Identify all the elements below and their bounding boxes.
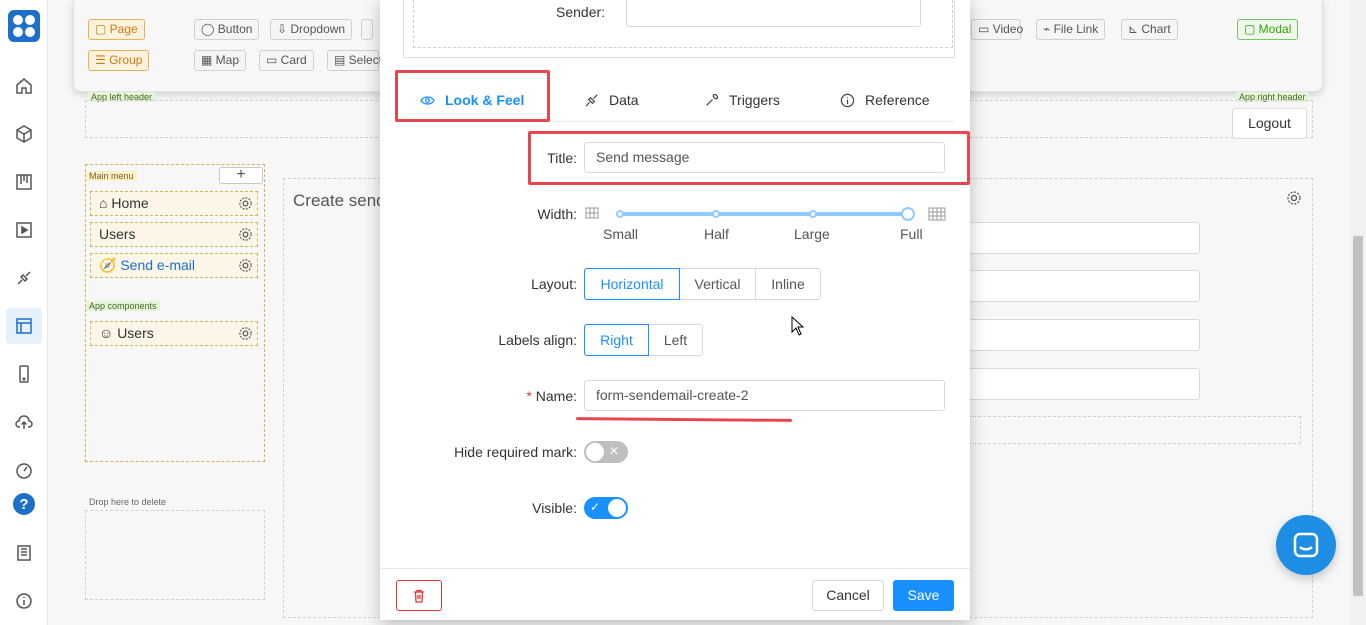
- visible-switch[interactable]: ✓: [584, 497, 628, 519]
- mobile-icon[interactable]: [12, 362, 36, 386]
- gear-icon[interactable]: [238, 326, 253, 341]
- scrollbar-thumb[interactable]: [1353, 236, 1363, 596]
- gear-icon[interactable]: [238, 258, 253, 273]
- tab-triggers[interactable]: Triggers: [704, 92, 780, 108]
- slider-mark-dot[interactable]: [809, 210, 817, 218]
- layout-label: Layout:: [531, 276, 577, 292]
- form-field-stub: [958, 222, 1200, 254]
- app-logo[interactable]: [8, 10, 40, 42]
- menu-item-home[interactable]: ⌂ Home: [90, 191, 258, 216]
- app-sidebar: ?: [0, 0, 48, 625]
- gear-icon[interactable]: [238, 196, 253, 211]
- chat-icon: [1293, 532, 1319, 558]
- width-mark-small: Small: [603, 226, 639, 242]
- grid-small-icon: [585, 207, 599, 219]
- modal-footer: Cancel Save: [380, 568, 970, 620]
- annotation-box: [528, 131, 970, 185]
- palette-group[interactable]: ☰ Group: [88, 50, 150, 71]
- wrench-icon: [706, 93, 718, 106]
- slider-mark-dot[interactable]: [712, 210, 720, 218]
- palette-video[interactable]: ▭ Video: [971, 19, 1023, 40]
- hide-required-switch[interactable]: ✕: [584, 441, 628, 463]
- gear-icon[interactable]: [1286, 190, 1302, 206]
- palette-chart[interactable]: ⊾ Chart: [1121, 19, 1178, 40]
- tab-data[interactable]: Data: [584, 92, 639, 108]
- width-mark-large: Large: [794, 226, 830, 242]
- delete-button[interactable]: [396, 580, 442, 611]
- width-mark-full: Full: [900, 226, 923, 242]
- gear-icon[interactable]: [238, 227, 253, 242]
- app-components-label: App components: [86, 301, 160, 311]
- layout-vertical-option[interactable]: Vertical: [679, 268, 756, 300]
- main-menu-label: Main menu: [86, 171, 137, 181]
- page-scrollbar[interactable]: [1350, 0, 1366, 625]
- drop-delete-label: Drop here to delete: [89, 497, 167, 507]
- width-slider-handle[interactable]: [901, 207, 915, 221]
- sender-field-preview: Sender:: [413, 0, 953, 48]
- menu-item-users[interactable]: Users: [90, 222, 258, 247]
- form-field-stub: [958, 270, 1200, 302]
- plug-icon[interactable]: [12, 266, 36, 290]
- hide-required-label: Hide required mark:: [454, 444, 577, 460]
- switch-knob: [586, 443, 604, 461]
- page-title: Create send: [293, 191, 386, 210]
- palette-file-link[interactable]: ⌁ File Link: [1036, 19, 1106, 40]
- layout-icon[interactable]: [6, 308, 42, 344]
- palette-button[interactable]: ◯ Button: [194, 19, 260, 40]
- form-field-stub: [958, 319, 1200, 351]
- annotation-box: [395, 70, 550, 122]
- component-item-users[interactable]: ☺ Users: [90, 321, 258, 346]
- add-menu-item-button[interactable]: +: [219, 167, 263, 184]
- labels-align-right-option[interactable]: Right: [584, 324, 649, 356]
- cancel-button[interactable]: Cancel: [812, 580, 884, 611]
- width-mark-half: Half: [704, 226, 729, 242]
- grid-large-icon: [928, 207, 946, 221]
- book-icon[interactable]: [12, 541, 36, 565]
- form-buttons-stub: [958, 416, 1301, 444]
- info-icon[interactable]: [12, 589, 36, 613]
- drop-delete-zone: [85, 510, 265, 600]
- home-icon[interactable]: [12, 74, 36, 98]
- labels-align-left-option[interactable]: Left: [648, 324, 703, 356]
- tab-reference[interactable]: Reference: [840, 92, 930, 108]
- palette-page[interactable]: ▢ Page: [88, 19, 145, 40]
- switch-knob: [608, 499, 626, 517]
- play-icon[interactable]: [12, 218, 36, 242]
- sender-input[interactable]: [626, 0, 921, 27]
- menu-item-send-email[interactable]: 🧭 Send e-mail: [90, 253, 258, 278]
- palette-table[interactable]: [361, 19, 373, 40]
- info-icon: [840, 93, 855, 107]
- close-icon: ✕: [609, 444, 620, 458]
- logout-button[interactable]: Logout: [1232, 108, 1307, 139]
- plug-icon: [585, 93, 598, 107]
- visible-label: Visible:: [532, 500, 577, 516]
- name-input[interactable]: form-sendemail-create-2: [584, 380, 945, 411]
- palette-card[interactable]: ▭ Card: [259, 50, 314, 71]
- name-label: * Name:: [526, 388, 577, 404]
- labels-align-label: Labels align:: [498, 332, 577, 348]
- check-icon: ✓: [590, 500, 601, 514]
- layout-inline-option[interactable]: Inline: [755, 268, 821, 300]
- cloud-upload-icon[interactable]: [12, 410, 36, 434]
- mouse-cursor-icon: [791, 316, 805, 336]
- sender-label: Sender:: [556, 4, 606, 20]
- palette-map[interactable]: ▦ Map: [194, 50, 247, 71]
- width-label: Width:: [537, 206, 577, 222]
- palette-select[interactable]: ▤ Select: [327, 50, 382, 71]
- width-slider[interactable]: [619, 212, 909, 216]
- chat-launcher-button[interactable]: [1276, 515, 1336, 575]
- board-icon[interactable]: [12, 170, 36, 194]
- dashboard-icon[interactable]: [12, 458, 36, 482]
- required-mark: *: [526, 388, 532, 404]
- palette-dropdown[interactable]: ⇩ Dropdown: [270, 19, 353, 40]
- save-button[interactable]: Save: [893, 580, 954, 611]
- help-icon[interactable]: ?: [13, 493, 35, 515]
- palette-modal[interactable]: ▢ Modal: [1237, 19, 1299, 40]
- slider-mark-dot[interactable]: [616, 210, 624, 218]
- trash-icon: [414, 589, 424, 603]
- layout-horizontal-option[interactable]: Horizontal: [584, 268, 680, 300]
- cube-icon[interactable]: [12, 122, 36, 146]
- form-field-stub: [958, 368, 1200, 400]
